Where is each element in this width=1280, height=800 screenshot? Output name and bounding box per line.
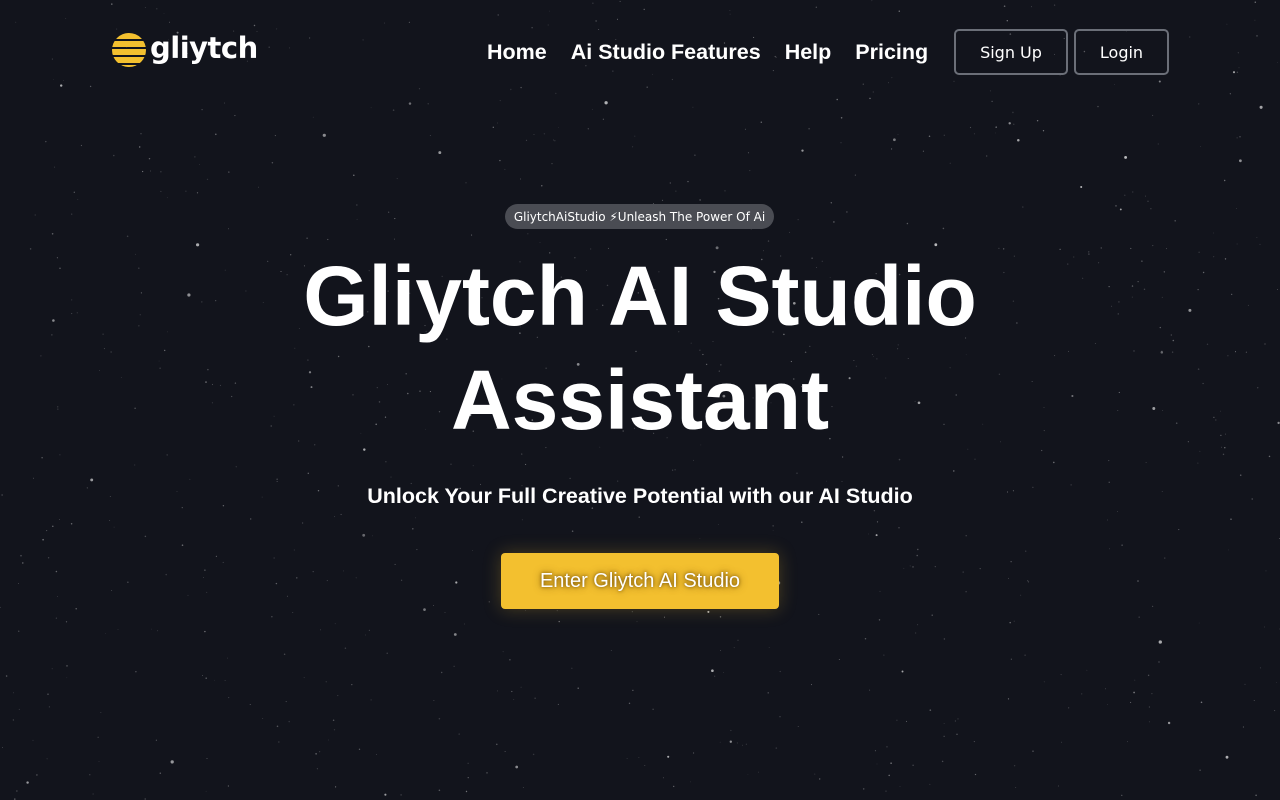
hero-title-line-1: Gliytch AI Studio <box>303 249 977 343</box>
hero-title-line-2: Assistant <box>450 353 830 447</box>
hero-subtitle: Unlock Your Full Creative Potential with… <box>367 484 913 508</box>
hero-section: GliytchAiStudio ⚡Unleash The Power Of Ai… <box>0 0 1280 800</box>
enter-studio-button[interactable]: Enter Gliytch AI Studio <box>501 553 779 609</box>
hero-badge: GliytchAiStudio ⚡Unleash The Power Of Ai <box>505 204 774 229</box>
hero-title: Gliytch AI Studio Assistant <box>0 244 1280 452</box>
